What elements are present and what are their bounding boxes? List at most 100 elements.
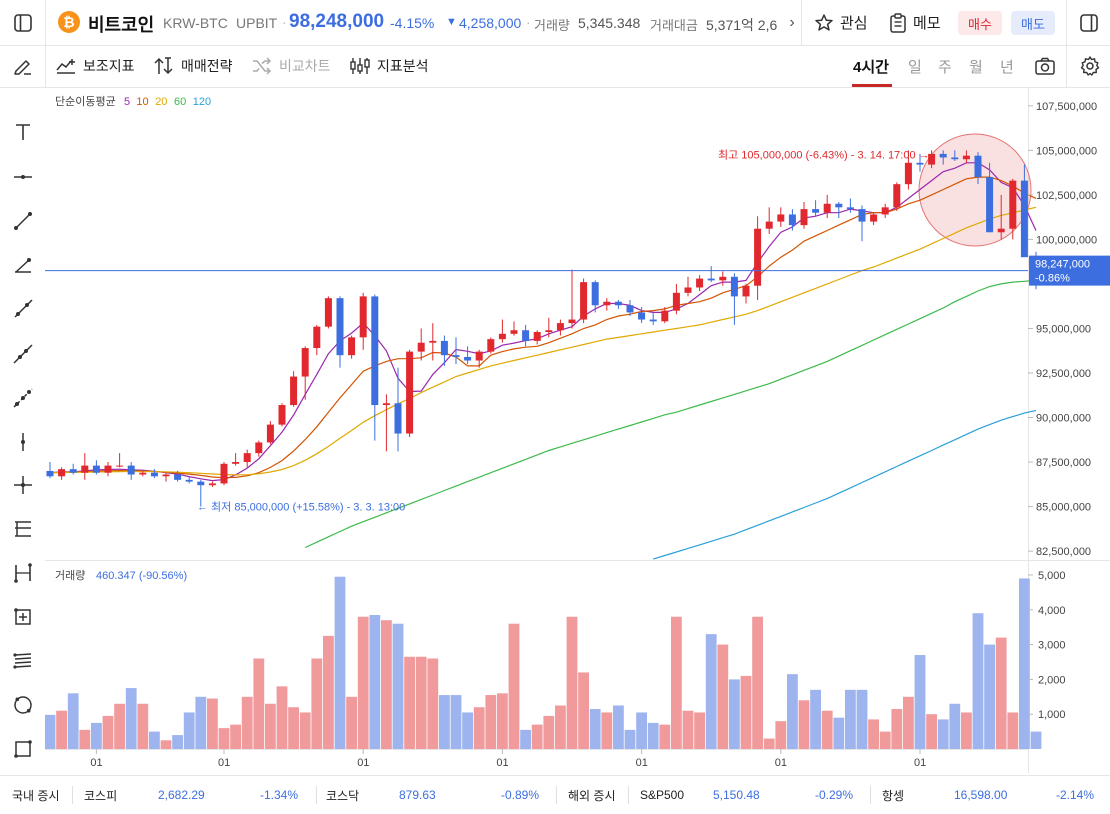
circle-icon[interactable] [0, 694, 45, 716]
star-icon [815, 13, 833, 31]
timeframe-4h[interactable]: 4시간 [853, 45, 889, 87]
volume-bar [125, 688, 137, 749]
volume-bar [543, 715, 555, 749]
vertical-line-icon[interactable] [0, 431, 45, 453]
crosshair-icon[interactable] [0, 474, 45, 496]
timeframe-year[interactable]: 년 [1000, 45, 1014, 87]
candle [962, 155, 970, 160]
sp500-label[interactable]: S&P500 [640, 776, 684, 814]
header-scroll-right-icon[interactable]: › [784, 0, 800, 45]
x-tick-label: 01 [914, 757, 926, 769]
strategy-label: 매매전략 [181, 58, 233, 74]
kospi-label[interactable]: 코스피 [84, 776, 117, 814]
chart-toolbar: 보조지표 매매전략 비교차트 지표분석 4시간 일 주 월 년 [45, 45, 1110, 88]
hangseng-label[interactable]: 항셍 [882, 776, 904, 814]
volume-bar [787, 674, 798, 749]
angle-line-icon[interactable] [0, 255, 45, 277]
sell-button[interactable]: 매도 [1011, 11, 1055, 35]
extended-line-icon[interactable] [0, 343, 45, 365]
volume-bar [404, 656, 415, 749]
sidebar-toggle-icon[interactable] [10, 10, 36, 36]
trend-line-icon[interactable] [0, 210, 45, 232]
candle [974, 155, 982, 178]
kospi-value: 2,682.29 [158, 788, 205, 802]
settings-gear-icon[interactable] [1077, 54, 1103, 78]
candle [487, 339, 495, 352]
rectangle-icon[interactable] [0, 738, 45, 760]
volume-bar [473, 707, 485, 749]
candle [707, 278, 715, 281]
candle [185, 479, 193, 482]
camera-icon[interactable] [1032, 54, 1058, 78]
candle [58, 469, 66, 477]
drawing-toolbar [0, 45, 46, 773]
price-tick-label: 105,000,000 [1036, 145, 1097, 157]
panel-toggle-icon[interactable] [1076, 10, 1102, 36]
memo-button[interactable]: 메모 [889, 10, 941, 35]
candle [232, 462, 240, 464]
volume-value: 5,345.348 [578, 15, 641, 31]
volume-tick-label: 1,000 [1038, 709, 1066, 721]
candle [406, 351, 414, 434]
timeframe-week[interactable]: 주 [938, 45, 952, 87]
volume-bar [810, 689, 821, 749]
ray-line-icon[interactable] [0, 298, 45, 320]
timeframe-day[interactable]: 일 [908, 45, 922, 87]
candle [672, 292, 680, 311]
volume-bar [729, 679, 740, 749]
sp500-value: 5,150.48 [713, 788, 760, 802]
candle [788, 214, 796, 226]
candle [835, 203, 843, 208]
timeframe-month[interactable]: 월 [969, 45, 983, 87]
volume-bar [450, 695, 462, 749]
pitchfork-icon[interactable] [0, 650, 45, 672]
volume-bar [323, 635, 334, 749]
volume-bar [160, 740, 172, 749]
parallel-line-icon[interactable] [0, 387, 45, 409]
candle [278, 405, 286, 425]
volume-bar [114, 703, 125, 749]
volume-bar [91, 722, 102, 749]
volume-bar [531, 724, 543, 749]
volume-bar [937, 719, 949, 749]
pencil-icon[interactable] [0, 55, 45, 77]
x-tick-label: 01 [636, 757, 648, 769]
text-icon[interactable] [0, 121, 45, 143]
kosdaq-label[interactable]: 코스닥 [326, 776, 359, 814]
price-tick-label: 85,000,000 [1036, 502, 1091, 514]
current-price: 98,248,000 [289, 11, 385, 32]
candle [568, 319, 576, 324]
volume-bar [995, 637, 1007, 749]
strategy-button[interactable]: 매매전략 [153, 45, 233, 87]
candle [777, 214, 785, 222]
candle [290, 376, 298, 406]
watch-button[interactable]: 관심 [814, 10, 868, 35]
candle [429, 340, 437, 343]
compare-button[interactable]: 비교차트 [251, 45, 331, 87]
volume-bar [926, 714, 937, 749]
volume-bar [717, 644, 729, 749]
measure-icon[interactable] [0, 562, 45, 584]
market-footer: 국내 증시 코스피 2,682.29 -1.34% 코스닥 879.63 -0.… [0, 775, 1110, 814]
volume-bar [752, 616, 763, 749]
fibonacci-icon[interactable] [0, 518, 45, 540]
add-box-icon[interactable] [0, 606, 45, 628]
indicators-button[interactable]: 보조지표 [55, 45, 135, 87]
volume-bar [520, 729, 531, 749]
horizontal-line-icon[interactable] [0, 166, 45, 188]
analysis-button[interactable]: 지표분석 [349, 45, 429, 87]
trade-value: 5,371억 2,6 [706, 17, 778, 33]
volume-bar [172, 735, 183, 749]
candle [46, 470, 54, 477]
volume-bar [299, 712, 311, 749]
price-chart[interactable]: 107,500,000 105,000,000 102,500,000 100,000… [45, 88, 1110, 773]
buy-button[interactable]: 매수 [958, 11, 1002, 35]
volume-tick-label: 3,000 [1038, 640, 1066, 652]
candle [533, 332, 541, 341]
ma-legend-60: 60 [174, 96, 186, 108]
candle [313, 326, 321, 349]
candle [510, 330, 518, 334]
candle [730, 276, 738, 297]
candle [440, 340, 448, 356]
candle [556, 323, 564, 331]
